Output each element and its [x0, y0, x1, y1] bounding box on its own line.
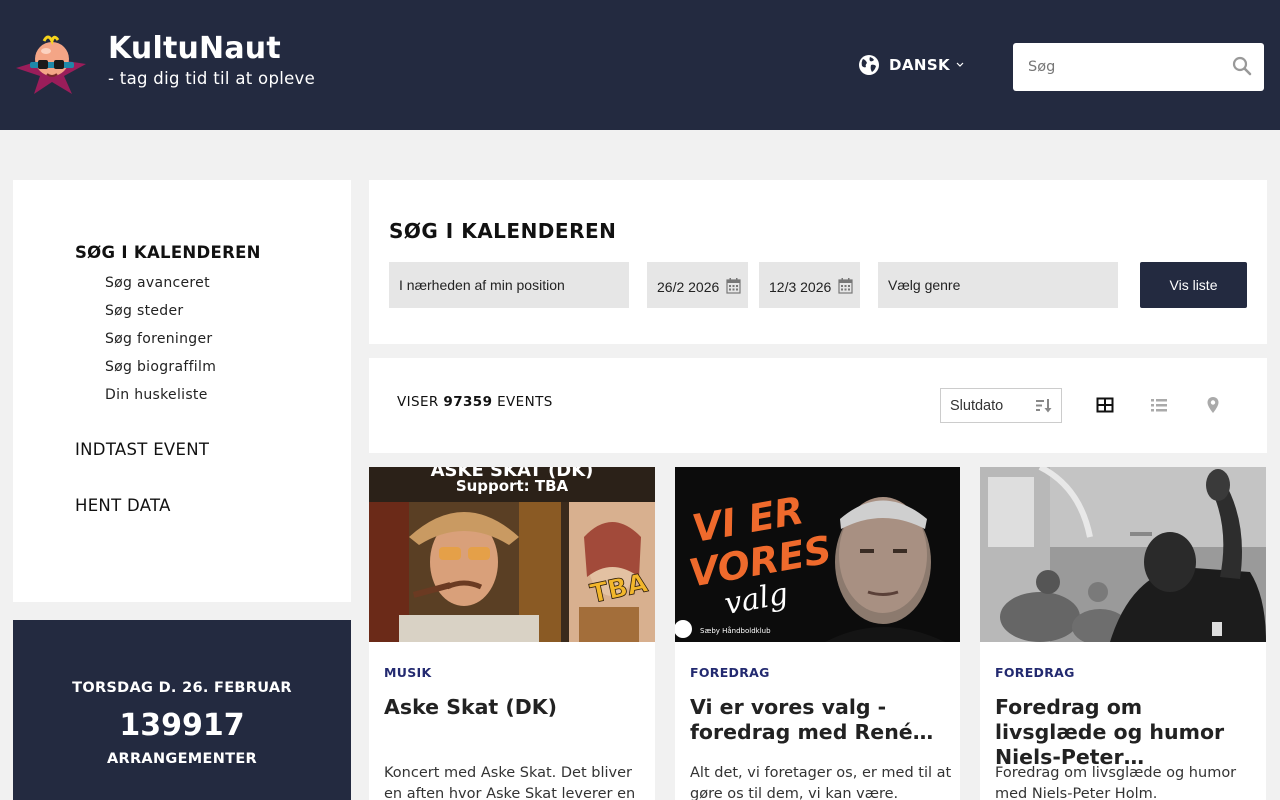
sidebar-item-search-associations[interactable]: Søg foreninger	[105, 331, 212, 347]
sidebar-heading[interactable]: SØG I KALENDEREN	[75, 243, 261, 262]
grid-view-icon[interactable]	[1096, 396, 1114, 414]
calendar-search-panel: SØG I KALENDEREN I nærheden af min posit…	[369, 180, 1267, 344]
event-image[interactable]: ASKE SKAT (DK) Support: TBA TBA	[369, 467, 655, 642]
results-number: 97359	[443, 394, 493, 410]
genre-placeholder: Vælg genre	[888, 277, 961, 293]
kultunaut-logo[interactable]	[14, 30, 88, 96]
sidebar-menu: SØG I KALENDEREN Søg avanceret Søg stede…	[13, 180, 351, 602]
end-date-value: 12/3 2026	[769, 279, 832, 295]
event-total-label: ARRANGEMENTER	[106, 751, 258, 767]
event-description: Foredrag om livsglæde og humor med Niels…	[995, 765, 1237, 800]
event-category[interactable]: FOREDRAG	[690, 665, 770, 680]
site-header: KultuNaut - tag dig tid til at opleve DA…	[0, 0, 1280, 130]
sidebar-item-watchlist[interactable]: Din huskeliste	[105, 387, 208, 403]
globe-icon	[859, 55, 879, 75]
brand-title[interactable]: KultuNaut	[108, 31, 281, 66]
sponsor-caption: Sæby Håndboldklub	[700, 626, 771, 635]
sort-select[interactable]: Slutdato	[940, 388, 1062, 423]
sidebar-item-search-films[interactable]: Søg biograffilm	[105, 359, 216, 375]
genre-select[interactable]: Vælg genre	[878, 262, 1118, 308]
results-suffix: EVENTS	[497, 394, 553, 410]
location-value: I nærheden af min position	[399, 277, 565, 293]
event-image[interactable]	[980, 467, 1266, 642]
end-date-field[interactable]: 12/3 2026	[759, 262, 860, 308]
event-image[interactable]: VI ER VORES valg Sæby Håndboldklub	[675, 467, 960, 642]
sort-value: Slutdato	[950, 398, 1004, 414]
map-pin-icon[interactable]	[1204, 396, 1222, 414]
event-description: Alt det, vi foretager os, er med til at …	[690, 765, 952, 800]
header-search	[1013, 43, 1264, 91]
sidebar-item-submit-event[interactable]: INDTAST EVENT	[75, 440, 209, 459]
chevron-down-icon	[956, 62, 964, 67]
panel-title: SØG I KALENDEREN	[389, 219, 617, 243]
event-total-count: 139917	[119, 708, 245, 743]
start-date-value: 26/2 2026	[657, 279, 720, 295]
image-caption: Support: TBA	[456, 477, 569, 495]
event-card[interactable]: FOREDRAG Foredrag om livsglæde og humor …	[980, 467, 1266, 800]
today-box: TORSDAG D. 26. FEBRUAR 139917 ARRANGEMEN…	[13, 620, 351, 800]
show-list-button[interactable]: Vis liste	[1140, 262, 1247, 308]
event-title[interactable]: Foredrag om livsglæde og humor Niels-Pet…	[995, 695, 1257, 770]
calendar-icon[interactable]	[726, 277, 741, 294]
event-title[interactable]: Vi er vores valg - foredrag med René…	[690, 695, 952, 745]
results-count: VISER 97359 EVENTS	[397, 394, 553, 410]
event-category[interactable]: MUSIK	[384, 665, 431, 680]
sidebar-item-search-places[interactable]: Søg steder	[105, 303, 183, 319]
list-view-icon[interactable]	[1150, 396, 1168, 414]
start-date-field[interactable]: 26/2 2026	[647, 262, 748, 308]
sort-descending-icon	[1036, 399, 1052, 413]
event-category[interactable]: FOREDRAG	[995, 665, 1075, 680]
event-title[interactable]: Aske Skat (DK)	[384, 695, 646, 720]
event-card[interactable]: VI ER VORES valg Sæby Håndboldklub FORED…	[675, 467, 960, 800]
results-toolbar: VISER 97359 EVENTS Slutdato	[369, 358, 1267, 453]
event-card[interactable]: ASKE SKAT (DK) Support: TBA TBA MUSIK As…	[369, 467, 655, 800]
language-label: DANSK	[889, 56, 951, 74]
calendar-icon[interactable]	[838, 277, 853, 294]
results-prefix: VISER	[397, 394, 439, 410]
location-field[interactable]: I nærheden af min position	[389, 262, 629, 308]
sidebar-item-advanced-search[interactable]: Søg avanceret	[105, 275, 210, 291]
today-date: TORSDAG D. 26. FEBRUAR	[72, 680, 292, 696]
search-input[interactable]	[1013, 43, 1223, 91]
brand-tagline: - tag dig tid til at opleve	[108, 69, 316, 88]
language-selector[interactable]: DANSK	[858, 54, 964, 76]
search-icon[interactable]	[1232, 56, 1252, 76]
event-description: Koncert med Aske Skat. Det bliver en aft…	[384, 765, 636, 800]
sidebar-item-get-data[interactable]: HENT DATA	[75, 496, 171, 515]
